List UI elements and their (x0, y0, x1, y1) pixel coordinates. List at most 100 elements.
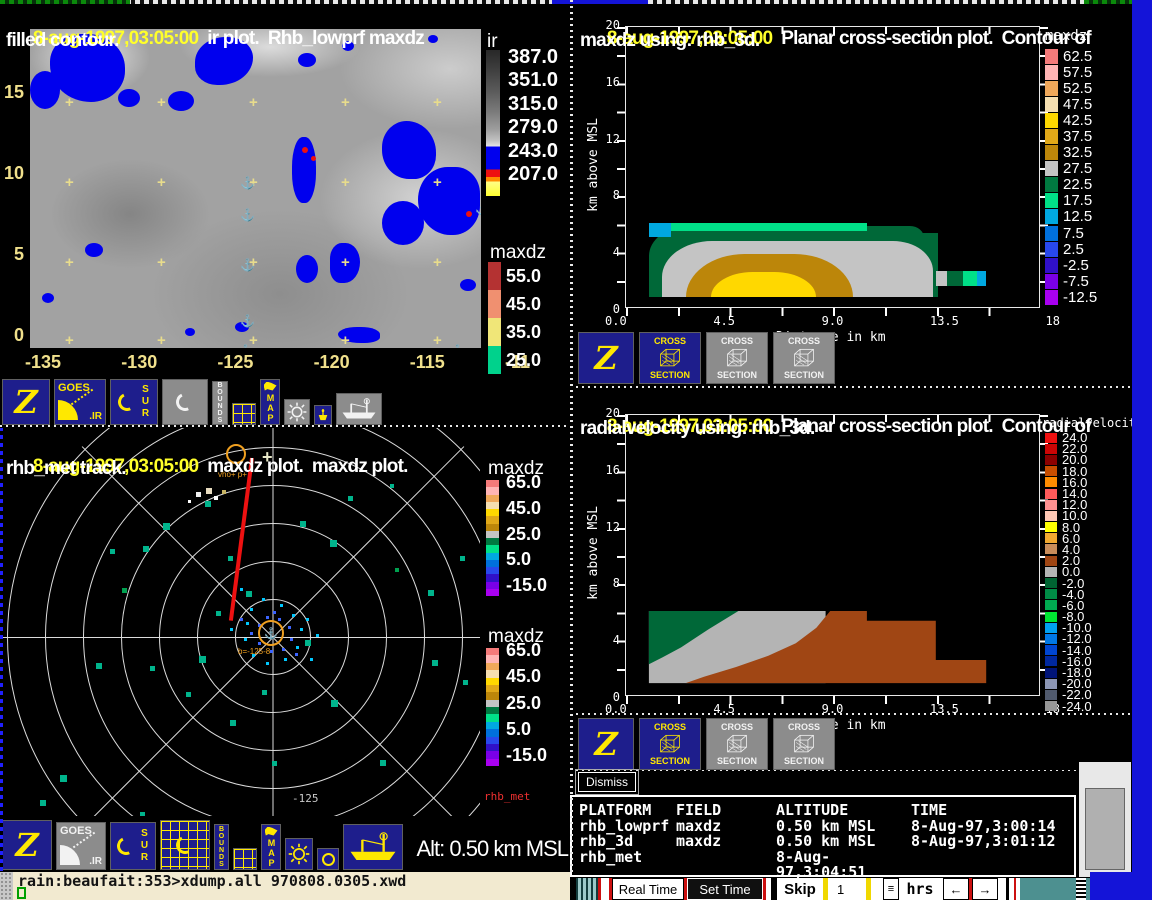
colorbar-entry: 47.5 (1045, 96, 1097, 112)
zebra-logo-button[interactable]: Z (2, 820, 52, 870)
colorbar-swatch (1045, 193, 1058, 208)
colorbar-entry: 55.0 (488, 262, 541, 290)
cross-label: CROSS (721, 336, 753, 346)
top-edge-green-right (1084, 0, 1132, 4)
ir-colorbar (486, 50, 500, 196)
bounds-button[interactable]: BOUNDS (214, 824, 229, 870)
colorbar-entry: 17.5 (1045, 193, 1097, 209)
buoy-button[interactable] (314, 405, 332, 425)
panel-title-line2: radialvelocity using: rhb_3d. (580, 417, 814, 441)
cross-label: CROSS (788, 722, 820, 732)
goes-ir-button[interactable]: GOES .IR (56, 822, 106, 870)
cross-section-button-active[interactable]: CROSS SECTION (639, 332, 701, 384)
colorbar: 62.557.552.547.542.537.532.527.522.517.5… (1045, 48, 1097, 306)
gear-button[interactable] (285, 838, 313, 870)
terminal-scrollbar[interactable] (0, 872, 13, 900)
satellite-image[interactable]: ++++++++++++++++++++ (30, 29, 481, 348)
data-echo (330, 540, 337, 547)
mini-grid-button[interactable] (233, 848, 257, 870)
grid-radar-button[interactable] (162, 379, 208, 425)
colorbar-value: 7.5 (1063, 225, 1084, 242)
mini-window[interactable] (1078, 761, 1132, 878)
circle-tool-button[interactable] (317, 848, 339, 870)
table-cell: 8-Aug-97,3:01:12 (911, 834, 1070, 850)
colorbar-swatch (1045, 668, 1057, 678)
units-menu-icon[interactable]: ≡ (883, 878, 899, 900)
cross-section-button[interactable]: CROSS SECTION (706, 332, 768, 384)
data-echo (278, 618, 281, 621)
data-echo (230, 628, 233, 631)
section-label: SECTION (784, 756, 824, 766)
data-echo (60, 775, 67, 782)
tick-label: 45.0 (506, 666, 568, 687)
data-echo (250, 632, 253, 635)
tick-label: 5 (0, 244, 24, 265)
data-echo (280, 604, 283, 607)
quadrant-divider-vertical (570, 0, 573, 872)
tick-label: 18 (1046, 314, 1060, 328)
colorbar-swatch (1045, 209, 1058, 224)
data-echo (295, 653, 298, 656)
colorbar-segment (486, 744, 499, 751)
data-echo (240, 588, 243, 591)
step-forward-button[interactable]: → (972, 878, 998, 900)
gear-button[interactable] (284, 399, 310, 425)
mini-grid-button[interactable] (232, 403, 256, 425)
colorbar-swatch (1045, 81, 1058, 96)
cross-section-button-active[interactable]: CROSS SECTION (639, 718, 701, 770)
goes-ir-button[interactable]: GOES .IR (54, 379, 106, 425)
ship-icon (339, 396, 379, 422)
map-button[interactable]: MAP (261, 824, 281, 870)
data-echo (306, 618, 309, 621)
colorbar-entry: 12.5 (1045, 209, 1097, 225)
bounds-button[interactable]: BOUNDS (212, 381, 228, 425)
colorbar-swatch (1045, 145, 1058, 160)
tick-label: 279.0 (508, 116, 568, 139)
data-echo (463, 680, 468, 685)
surveillance-radar-button[interactable]: SUR (110, 822, 156, 870)
tick-label: 4.5 (713, 314, 735, 328)
data-echo (395, 568, 399, 572)
buoy-marker-icon (480, 275, 481, 287)
cross-section-button[interactable]: CROSS SECTION (773, 332, 835, 384)
cross-section-button[interactable]: CROSS SECTION (706, 718, 768, 770)
skip-value-field[interactable]: 1 (828, 878, 866, 900)
cross-label: CROSS (788, 336, 820, 346)
colorbar-ticks: 65.045.025.05.0-15.0 (506, 640, 568, 766)
cross-section-button[interactable]: CROSS SECTION (773, 718, 835, 770)
colorbar-value: 22.5 (1063, 176, 1092, 193)
colorbar-swatch (488, 262, 501, 290)
colorbar-swatch (1045, 612, 1057, 622)
colorbar-value: 45.0 (506, 294, 541, 315)
colorbar-swatch (1045, 578, 1057, 588)
set-time-button[interactable]: Set Time (687, 878, 763, 900)
data-echo (266, 616, 269, 619)
units-label[interactable]: hrs (903, 878, 937, 900)
data-echo (262, 598, 265, 601)
data-echo (310, 658, 313, 661)
colorbar-swatch (1045, 511, 1057, 521)
ship-button[interactable] (336, 393, 382, 425)
tick-label: 9.0 (822, 314, 844, 328)
longitude-label: -125 (292, 792, 319, 805)
dismiss-button[interactable]: Dismiss (578, 772, 636, 792)
table-cell: maxdz (676, 834, 776, 850)
zebra-logo-button[interactable]: Z (578, 332, 634, 384)
terminal-window[interactable]: rain:beaufait:353>xdump.all 970808.0305.… (0, 872, 570, 900)
buoy-marker-icon (238, 345, 253, 348)
real-time-button[interactable]: Real Time (612, 878, 684, 900)
colorbar-swatch (1045, 690, 1057, 700)
colorbar-segment (486, 759, 499, 766)
colorbar-segment (486, 729, 499, 736)
grid-radar-button[interactable] (160, 820, 210, 870)
map-button[interactable]: MAP (260, 379, 280, 425)
tick-label: -15.0 (506, 745, 568, 766)
surveillance-radar-button[interactable]: SUR (110, 379, 158, 425)
colorbar-entry: -2.5 (1045, 257, 1097, 273)
step-back-button[interactable]: ← (943, 878, 969, 900)
buoy-icon (317, 408, 329, 422)
colorbar-swatch (1045, 129, 1058, 144)
zebra-logo-button[interactable]: Z (578, 718, 634, 770)
zebra-logo-button[interactable]: Z (2, 379, 50, 425)
data-echo (110, 549, 115, 554)
